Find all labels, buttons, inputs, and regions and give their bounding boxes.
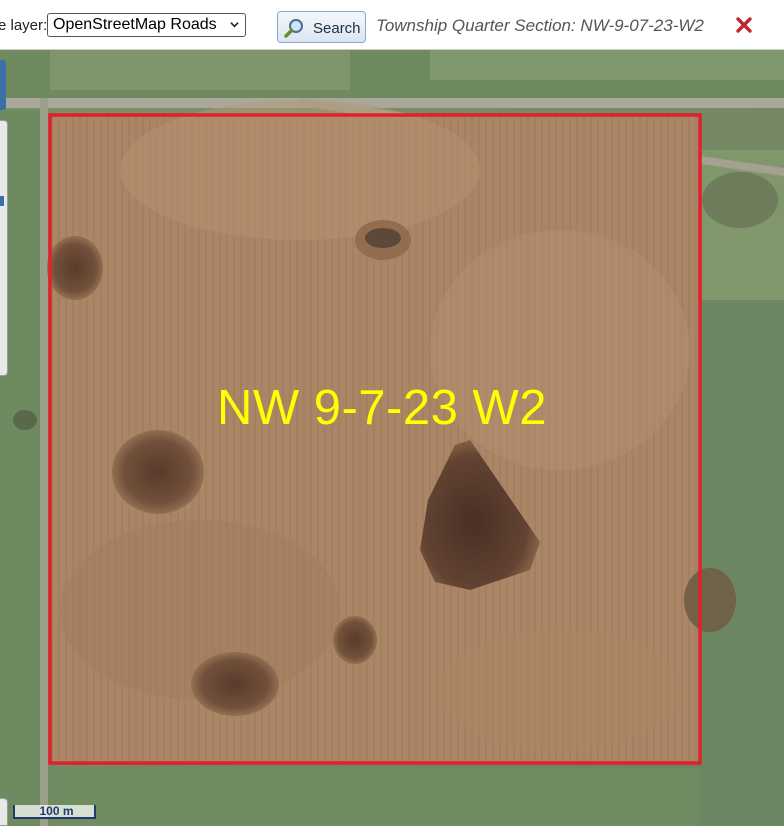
base-layer-select-value: OpenStreetMap Roads bbox=[53, 16, 217, 33]
scale-label: 100 m bbox=[39, 804, 74, 818]
parcel-label: NW 9-7-23 W2 bbox=[216, 381, 547, 435]
panel-handle[interactable] bbox=[0, 196, 4, 206]
base-layer-select[interactable]: OpenStreetMap Roads bbox=[47, 13, 246, 37]
layer-switcher-panel[interactable] bbox=[0, 120, 8, 376]
attribution-toggle[interactable] bbox=[0, 798, 8, 826]
township-quarter-title: Township Quarter Section: NW-9-07-23-W2 bbox=[376, 16, 704, 35]
close-x-icon[interactable] bbox=[735, 15, 753, 35]
chevron-down-icon bbox=[230, 22, 239, 28]
aerial-imagery bbox=[0, 50, 784, 826]
magnifier-icon bbox=[284, 19, 303, 38]
map-view[interactable]: NW 9-7-23 W2 100 m bbox=[0, 50, 784, 826]
zoom-control[interactable] bbox=[0, 60, 6, 110]
base-layer-label: e layer: bbox=[0, 17, 48, 34]
scale-bar: 100 m bbox=[13, 804, 96, 819]
search-button-label: Search bbox=[313, 20, 361, 37]
search-button[interactable]: Search bbox=[277, 11, 366, 43]
toolbar: e layer: OpenStreetMap Roads Search Town… bbox=[0, 0, 784, 50]
